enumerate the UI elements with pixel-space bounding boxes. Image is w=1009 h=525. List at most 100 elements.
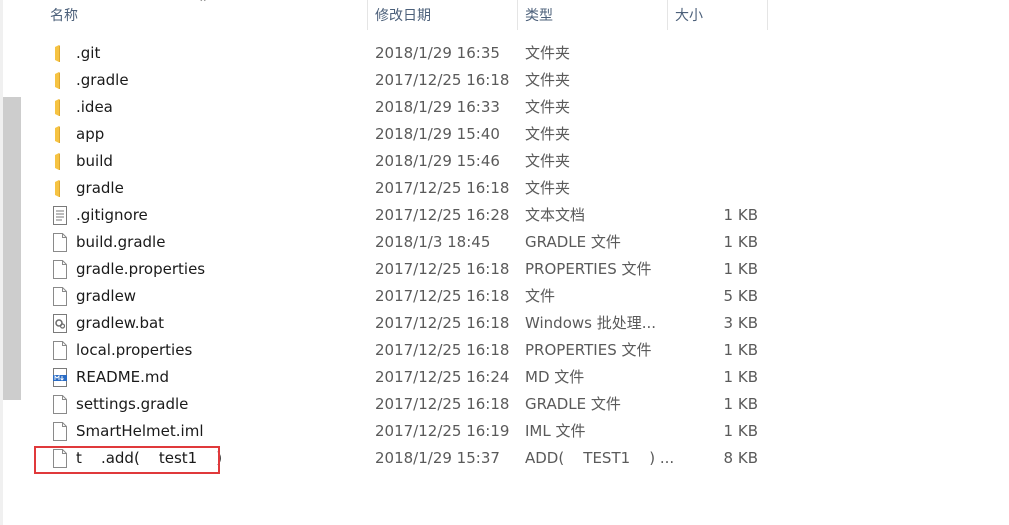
file-name: settings.gradle — [76, 395, 189, 413]
file-type: 文件夹 — [525, 125, 571, 143]
file-size: 1 KB — [723, 422, 758, 440]
file-type: GRADLE 文件 — [525, 395, 621, 413]
file-row[interactable]: gradlew.bat 2017/12/25 16:18 Windows 批处理..… — [22, 310, 1009, 337]
file-icon — [52, 449, 68, 468]
file-name: gradle — [76, 179, 124, 197]
column-header-size[interactable]: 大小 — [669, 0, 769, 32]
file-row[interactable]: settings.gradle 2017/12/25 16:18 GRADLE 文件… — [22, 391, 1009, 418]
file-row[interactable]: app 2018/1/29 15:40 文件夹 — [22, 121, 1009, 148]
file-list: .git 2018/1/29 16:35 文件夹 .gradle 2017/12/25 … — [22, 40, 1009, 472]
file-date-modified: 2017/12/25 16:18 — [375, 287, 510, 305]
file-date-modified: 2017/12/25 16:18 — [375, 71, 510, 89]
file-size: 1 KB — [723, 395, 758, 413]
file-row[interactable]: gradle 2017/12/25 16:18 文件夹 — [22, 175, 1009, 202]
file-name: README.md — [76, 368, 170, 386]
file-size: 1 KB — [723, 233, 758, 251]
file-type: 文件夹 — [525, 98, 571, 116]
folder-icon — [52, 44, 68, 63]
file-type: 文件夹 — [525, 152, 571, 170]
file-type: 文件夹 — [525, 44, 571, 62]
folder-icon — [52, 152, 68, 171]
file-date-modified: 2017/12/25 16:18 — [375, 341, 510, 359]
column-header-type[interactable]: 类型 — [519, 0, 669, 32]
column-header-name[interactable]: 名称 — [44, 0, 367, 32]
file-type: 文件夹 — [525, 179, 571, 197]
file-date-modified: 2017/12/25 16:28 — [375, 206, 510, 224]
file-size — [622, 67, 758, 94]
folder-icon — [52, 179, 68, 198]
file-name: gradlew — [76, 287, 137, 305]
file-type: 文本文档 — [525, 206, 586, 224]
file-row[interactable]: .idea 2018/1/29 16:33 文件夹 — [22, 94, 1009, 121]
file-size — [622, 40, 758, 67]
text-document-icon — [52, 206, 68, 225]
file-date-modified: 2018/1/3 18:45 — [375, 233, 491, 251]
file-row[interactable]: build 2018/1/29 15:46 文件夹 — [22, 148, 1009, 175]
file-row[interactable]: .gitignore 2017/12/25 16:28 文本文档 1 KB — [22, 202, 1009, 229]
file-icon — [52, 287, 68, 306]
file-name: app — [76, 125, 105, 143]
file-date-modified: 2018/1/29 15:46 — [375, 152, 500, 170]
file-name: .gradle — [76, 71, 129, 89]
column-divider[interactable] — [517, 0, 518, 30]
file-size: 8 KB — [723, 449, 758, 467]
file-row[interactable]: t .add( test1 ) 2018/1/29 15:37 ADD( TEST1… — [22, 445, 1009, 472]
batch-file-icon — [52, 314, 68, 333]
file-row[interactable]: gradlew 2017/12/25 16:18 文件 5 KB — [22, 283, 1009, 310]
file-type: IML 文件 — [525, 422, 586, 440]
file-name: gradlew.bat — [76, 314, 165, 332]
file-size: 5 KB — [723, 287, 758, 305]
markdown-file-icon — [52, 368, 68, 387]
file-type: 文件夹 — [525, 71, 571, 89]
file-row[interactable]: gradle.properties 2017/12/25 16:18 PROPERT… — [22, 256, 1009, 283]
file-list-view: ⌃ 名称 修改日期 类型 大小 .git 2018/1/29 16:35 文件夹 .g… — [22, 0, 1009, 525]
file-name: local.properties — [76, 341, 193, 359]
file-date-modified: 2018/1/29 15:40 — [375, 125, 500, 143]
file-size: 1 KB — [723, 368, 758, 386]
folder-icon — [52, 71, 68, 90]
file-row[interactable]: build.gradle 2018/1/3 18:45 GRADLE 文件 1 KB — [22, 229, 1009, 256]
file-icon — [52, 422, 68, 441]
file-row[interactable]: README.md 2017/12/25 16:24 MD 文件 1 KB — [22, 364, 1009, 391]
file-row[interactable]: .git 2018/1/29 16:35 文件夹 — [22, 40, 1009, 67]
file-size: 1 KB — [723, 341, 758, 359]
file-name: build.gradle — [76, 233, 166, 251]
column-divider[interactable] — [767, 0, 768, 30]
file-size: 1 KB — [723, 260, 758, 278]
file-size — [622, 175, 758, 202]
file-date-modified: 2017/12/25 16:19 — [375, 422, 510, 440]
file-type: GRADLE 文件 — [525, 233, 621, 251]
file-icon — [52, 341, 68, 360]
file-date-modified: 2018/1/29 16:35 — [375, 44, 500, 62]
file-name: .idea — [76, 98, 113, 116]
file-explorer-window: ⌃ 名称 修改日期 类型 大小 .git 2018/1/29 16:35 文件夹 .g… — [0, 0, 1009, 525]
file-size — [622, 121, 758, 148]
file-type: 文件 — [525, 287, 556, 305]
file-name: .gitignore — [76, 206, 148, 224]
file-date-modified: 2018/1/29 15:37 — [375, 449, 500, 467]
column-divider[interactable] — [667, 0, 668, 30]
folder-icon — [52, 98, 68, 117]
file-size: 1 KB — [723, 206, 758, 224]
file-date-modified: 2017/12/25 16:18 — [375, 395, 510, 413]
file-row[interactable]: .gradle 2017/12/25 16:18 文件夹 — [22, 67, 1009, 94]
file-name: SmartHelmet.iml — [76, 422, 204, 440]
column-divider[interactable] — [367, 0, 368, 30]
file-name: t .add( test1 ) — [76, 449, 223, 467]
file-icon — [52, 395, 68, 414]
file-icon — [52, 233, 68, 252]
file-name: build — [76, 152, 113, 170]
folder-icon — [52, 125, 68, 144]
scrollbar-thumb[interactable] — [3, 97, 21, 400]
file-size: 3 KB — [723, 314, 758, 332]
file-row[interactable]: SmartHelmet.iml 2017/12/25 16:19 IML 文件 1 K… — [22, 418, 1009, 445]
file-icon — [52, 260, 68, 279]
file-size — [622, 148, 758, 175]
file-date-modified: 2017/12/25 16:18 — [375, 179, 510, 197]
column-header-date-modified[interactable]: 修改日期 — [369, 0, 519, 32]
file-row[interactable]: local.properties 2017/12/25 16:18 PROPERTI… — [22, 337, 1009, 364]
file-size — [622, 94, 758, 121]
file-date-modified: 2017/12/25 16:24 — [375, 368, 510, 386]
file-type: MD 文件 — [525, 368, 585, 386]
file-date-modified: 2017/12/25 16:18 — [375, 260, 510, 278]
